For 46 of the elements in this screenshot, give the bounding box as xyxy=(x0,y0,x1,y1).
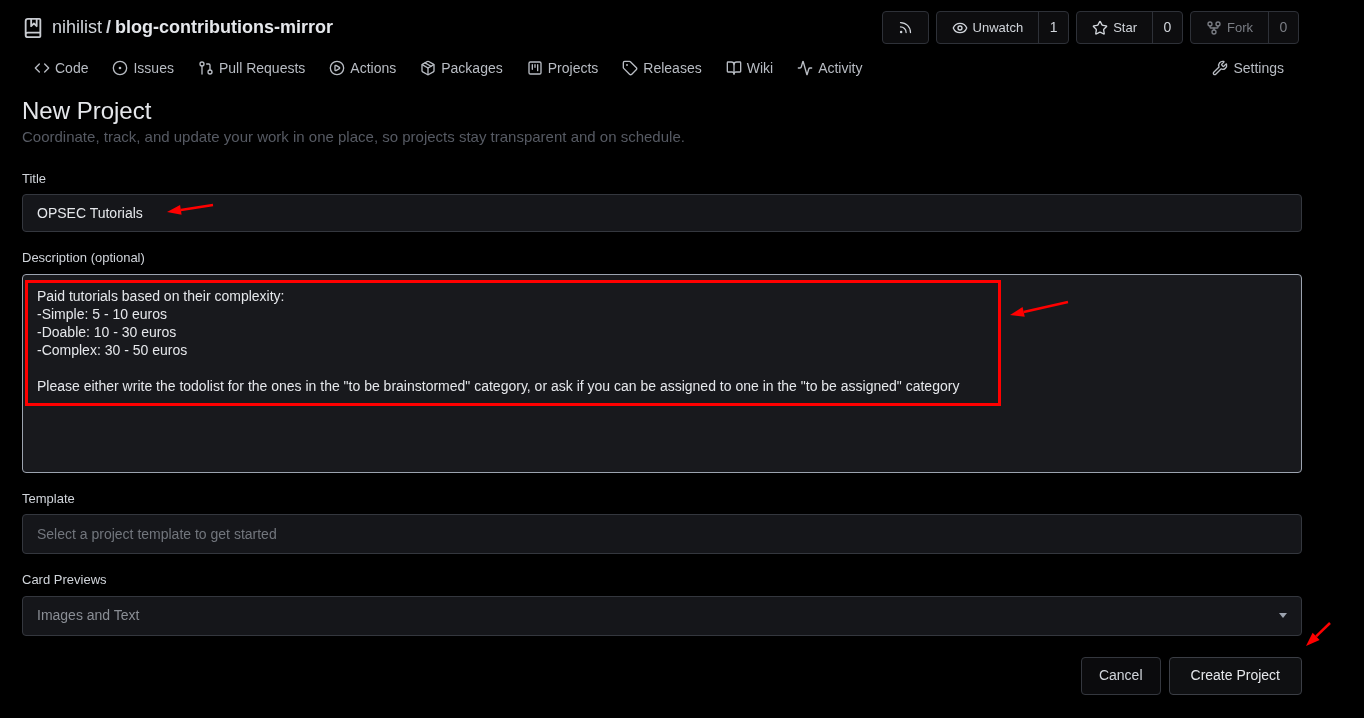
nav-tab[interactable]: Projects xyxy=(514,57,611,79)
field-label: Description (optional) xyxy=(22,249,145,267)
code-icon xyxy=(34,60,50,76)
title-field[interactable]: OPSEC Tutorials xyxy=(22,194,1302,232)
path-separator: / xyxy=(106,16,112,39)
pulse-icon xyxy=(797,60,814,76)
package-icon xyxy=(420,60,437,76)
issue-icon xyxy=(112,60,129,76)
play-icon xyxy=(329,60,346,76)
watch-button[interactable]: Unwatch xyxy=(936,12,1039,43)
nav-tab[interactable]: Code xyxy=(22,57,101,79)
book-icon xyxy=(725,60,742,76)
pull-request-icon xyxy=(197,60,214,76)
nav-tab[interactable]: Actions xyxy=(317,57,409,79)
star-button[interactable]: Star xyxy=(1077,12,1152,43)
rss-button[interactable] xyxy=(881,11,929,44)
count-label: 0 xyxy=(1152,12,1182,43)
star-icon xyxy=(1092,19,1109,36)
field-label: Title xyxy=(22,169,47,188)
cancel-button[interactable]: Cancel xyxy=(1080,656,1161,695)
create-button[interactable]: Create Project xyxy=(1168,656,1302,695)
repository-icon xyxy=(22,16,44,39)
template-field[interactable]: Select a project template to get started xyxy=(22,514,1302,554)
repo-name-link[interactable]: blog-contributions-mirror xyxy=(115,14,334,41)
nav-tab[interactable]: Activity xyxy=(785,57,875,79)
description-field[interactable]: Paid tutorials based on their complexity: -Simple: 5 - 10 euros -Doable: 10 - 30 euros -Complex: 30 - 50 euros Please either write the todolist for the ones in the "to be brainstormed" category, or ask if you can be assigned to one in the "to be assigned" category xyxy=(22,273,1302,473)
card-previews-select[interactable]: Images and Text xyxy=(22,595,1302,636)
repo-owner-link[interactable]: nihilist xyxy=(52,14,103,41)
nav-tab[interactable]: Wiki xyxy=(713,57,786,79)
wrench-icon xyxy=(1212,60,1229,76)
count-label: 1 xyxy=(1038,12,1069,43)
page-title: New Project xyxy=(22,97,153,125)
page-subtitle: Coordinate, track, and update your work in one place, so projects stay transparent and on schedule. xyxy=(22,127,686,147)
settings-tab[interactable]: Settings xyxy=(1212,57,1284,79)
nav-tab[interactable]: Releases xyxy=(610,57,714,79)
nav-tab[interactable]: Pull Requests xyxy=(185,57,318,79)
caret-icon xyxy=(1279,613,1287,618)
field-label: Card Previews xyxy=(22,571,107,589)
rss-icon xyxy=(897,20,913,35)
fork-icon xyxy=(1206,19,1222,36)
nav-tab[interactable]: Packages xyxy=(408,57,515,79)
count-label: 0 xyxy=(1268,12,1298,43)
tag-icon xyxy=(622,60,639,76)
board-icon xyxy=(526,60,543,76)
nav-tab[interactable]: Issues xyxy=(100,57,186,79)
field-label: Template xyxy=(22,489,75,508)
